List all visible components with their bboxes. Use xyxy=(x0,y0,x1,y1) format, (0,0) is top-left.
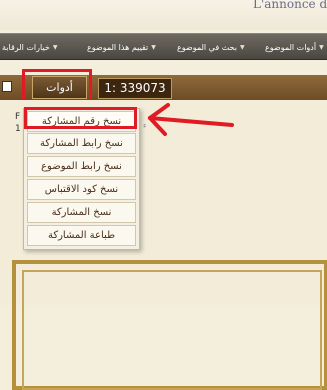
post-number: 339073 :1 xyxy=(98,78,172,99)
chevron-down-icon: ▼ xyxy=(319,43,324,51)
tools-dropdown-menu: نسخ رقم المشاركة نسخ رابط المشاركة نسخ ر… xyxy=(23,108,140,250)
menu-copy-thread-link[interactable]: نسخ رابط الموضوع xyxy=(27,156,136,177)
top-banner: L'annonce d xyxy=(0,0,327,30)
menu-print-post[interactable]: طباعة المشاركة xyxy=(27,225,136,246)
decorative-frame-inner xyxy=(22,270,322,390)
banner-title: L'annonce d xyxy=(253,0,327,11)
tools-button[interactable]: أدوات xyxy=(32,76,87,99)
thread-navbar: ▼ خيارات الرقابة ▼ تقييم هذا الموضوع ▼ ب… xyxy=(0,33,327,60)
nav-moderation-options[interactable]: ▼ خيارات الرقابة xyxy=(2,40,57,54)
menu-copy-post-number[interactable]: نسخ رقم المشاركة xyxy=(27,111,136,132)
post-text-fragment: F1 xyxy=(15,112,21,134)
menu-copy-post-link[interactable]: نسخ رابط المشاركة xyxy=(27,133,136,154)
nav-search-thread[interactable]: ▼ بحث في الموضوع xyxy=(177,40,245,54)
nav-thread-tools[interactable]: ▼ أدوات الموضوع xyxy=(265,40,324,54)
post-checkbox[interactable] xyxy=(2,81,12,92)
post-text-fragment: ء xyxy=(143,121,147,130)
chevron-down-icon: ▼ xyxy=(239,43,245,51)
chevron-down-icon: ▼ xyxy=(151,43,156,51)
menu-copy-post[interactable]: نسخ المشاركة xyxy=(27,202,136,223)
menu-copy-quote-code[interactable]: نسخ كود الاقتباس xyxy=(27,179,136,200)
nav-rate-thread[interactable]: ▼ تقييم هذا الموضوع xyxy=(87,40,156,54)
chevron-down-icon: ▼ xyxy=(52,43,58,51)
